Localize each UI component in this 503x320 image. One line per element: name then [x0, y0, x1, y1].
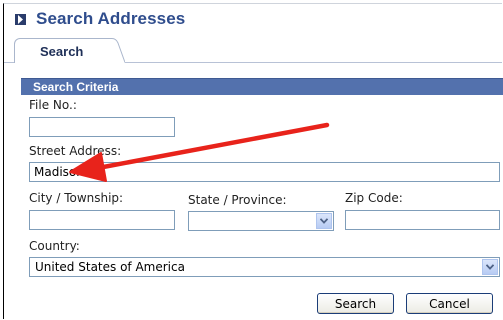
- search-button[interactable]: Search: [317, 293, 394, 314]
- country-label: Country:: [29, 239, 80, 253]
- panel-header: Search Addresses: [4, 4, 502, 34]
- file-no-label: File No.:: [29, 98, 77, 112]
- city-input[interactable]: [29, 210, 175, 230]
- country-select-value: United States of America: [35, 260, 185, 274]
- country-select[interactable]: United States of America: [29, 257, 500, 277]
- chevron-down-icon[interactable]: [316, 213, 332, 229]
- tab-search[interactable]: Search: [14, 38, 110, 63]
- street-address-input[interactable]: [29, 162, 500, 182]
- section-header-search-criteria: Search Criteria: [21, 78, 503, 95]
- page-title: Search Addresses: [36, 9, 186, 28]
- chevron-down-icon[interactable]: [482, 259, 498, 275]
- tab-search-edge: [109, 38, 125, 63]
- zip-input[interactable]: [345, 210, 500, 230]
- city-label: City / Township:: [29, 191, 124, 205]
- street-address-label: Street Address:: [29, 144, 122, 158]
- file-no-input[interactable]: [29, 117, 175, 137]
- state-label: State / Province:: [188, 193, 287, 207]
- state-select[interactable]: [188, 211, 334, 231]
- zip-label: Zip Code:: [345, 191, 403, 205]
- cancel-button[interactable]: Cancel: [406, 293, 493, 314]
- search-addresses-panel: Search Addresses Search Search Criteria …: [3, 3, 503, 319]
- chevron-right-icon[interactable]: [15, 13, 26, 25]
